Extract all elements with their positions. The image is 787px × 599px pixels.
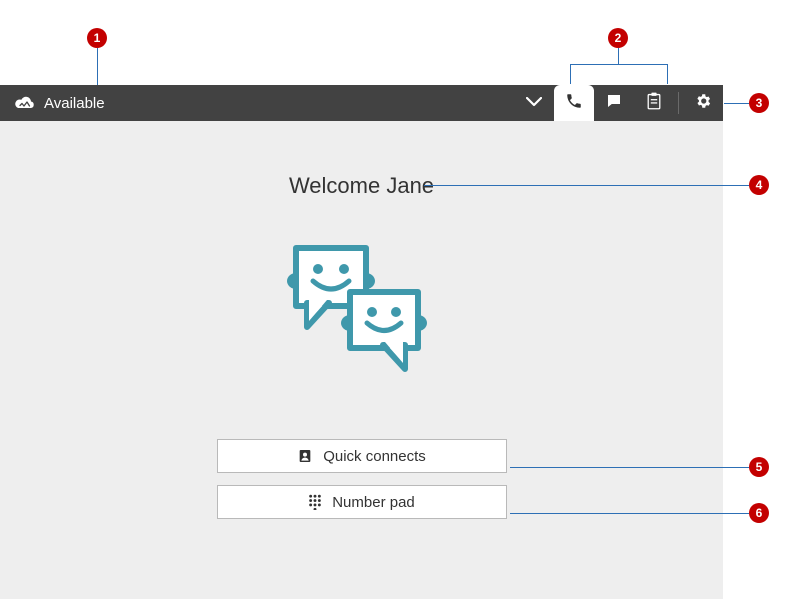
chat-icon [605,92,623,115]
status-label: Available [44,95,105,112]
tab-phone[interactable] [554,85,594,121]
annotation-line-5 [510,467,749,468]
annotation-badge-5: 5 [749,457,769,477]
annotation-line-2d [667,64,668,84]
dialpad-icon [308,494,322,510]
main-panel: Welcome Jane [0,121,723,599]
tab-tasks[interactable] [634,85,674,121]
header-tabs [554,85,723,121]
annotation-badge-2: 2 [608,28,628,48]
annotation-line-1 [97,48,98,85]
action-buttons: Quick connects Number pad [0,439,723,519]
quick-connects-label: Quick connects [323,448,426,465]
annotation-line-2c [570,64,571,84]
tab-settings[interactable] [683,85,723,121]
annotation-badge-4: 4 [749,175,769,195]
phone-icon [565,92,583,115]
quick-connects-button[interactable]: Quick connects [217,439,507,473]
number-pad-button[interactable]: Number pad [217,485,507,519]
chat-illustration [0,239,723,379]
chevron-down-icon [526,94,542,112]
annotation-line-3 [724,103,749,104]
annotation-line-2a [618,48,619,64]
header-bar: Available [0,85,723,121]
gear-icon [694,92,712,115]
welcome-heading: Welcome Jane [0,173,723,199]
cloud-status-icon [14,95,36,111]
tab-separator [678,92,679,114]
tab-chat[interactable] [594,85,634,121]
annotation-badge-3: 3 [749,93,769,113]
contacts-icon [297,448,313,464]
annotation-line-4 [424,185,749,186]
annotation-line-6 [510,513,749,514]
number-pad-label: Number pad [332,494,415,511]
annotation-line-2b [570,64,668,65]
agent-status[interactable]: Available [0,95,105,112]
annotation-badge-1: 1 [87,28,107,48]
annotation-badge-6: 6 [749,503,769,523]
status-dropdown-toggle[interactable] [514,85,554,121]
clipboard-icon [646,92,662,115]
